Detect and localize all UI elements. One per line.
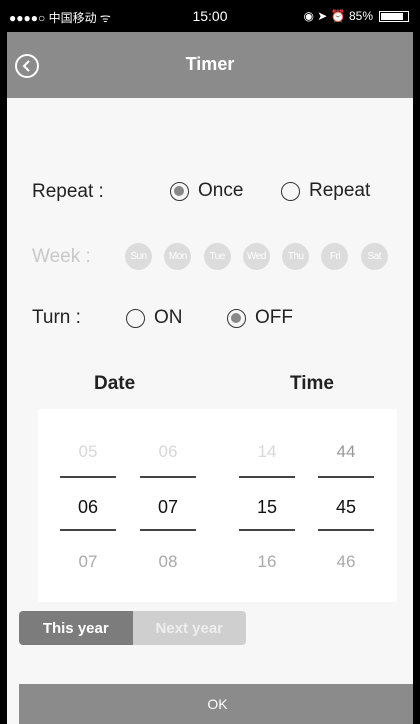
weekday-thu[interactable]: Thu bbox=[282, 243, 310, 270]
radio-on[interactable]: ON bbox=[126, 307, 183, 329]
hour-prev: 14 bbox=[257, 442, 277, 461]
ok-button[interactable]: OK bbox=[19, 684, 413, 724]
minute-selected: 45 bbox=[335, 497, 357, 517]
week-label: Week : bbox=[32, 246, 91, 267]
status-bar: ●●●●○ 中国移动 ᯤ 15:00 ◉ ➤ ⏰ 85% bbox=[7, 0, 413, 32]
date-time-picker: 05 06 07 06 07 08 14 15 16 44 45 46 bbox=[38, 409, 397, 602]
wheel-divider bbox=[60, 529, 116, 531]
repeat-label: Repeat : bbox=[32, 181, 104, 202]
radio-unchecked-icon bbox=[281, 181, 300, 201]
next-year-button[interactable]: Next year bbox=[132, 611, 246, 645]
weekday-sat[interactable]: Sat bbox=[360, 243, 388, 270]
wheel-divider bbox=[60, 476, 116, 478]
date-heading: Date bbox=[94, 373, 136, 394]
day-prev: 06 bbox=[158, 442, 178, 461]
this-year-button[interactable]: This year bbox=[19, 611, 133, 645]
day-selected: 07 bbox=[157, 497, 179, 517]
month-selected: 06 bbox=[77, 497, 99, 517]
weekday-wed[interactable]: Wed bbox=[242, 243, 270, 270]
radio-repeat-label: Repeat bbox=[309, 180, 371, 201]
battery-icon bbox=[379, 11, 409, 22]
wheel-divider bbox=[239, 476, 295, 478]
radio-on-label: ON bbox=[154, 307, 183, 328]
radio-checked-icon bbox=[227, 308, 246, 328]
radio-once-label: Once bbox=[198, 180, 244, 201]
wheel-divider bbox=[239, 529, 295, 531]
time-heading: Time bbox=[290, 373, 335, 394]
radio-off[interactable]: OFF bbox=[227, 307, 293, 329]
radio-unchecked-icon bbox=[126, 308, 145, 328]
weekday-fri[interactable]: Fri bbox=[321, 243, 349, 270]
year-toggle: This year Next year bbox=[19, 611, 246, 645]
day-wheel[interactable]: 06 07 08 bbox=[136, 409, 200, 602]
weekday-tue[interactable]: Tue bbox=[203, 243, 231, 270]
weekday-mon[interactable]: Mon bbox=[164, 243, 192, 270]
wheel-divider bbox=[140, 529, 196, 531]
wheel-divider bbox=[318, 476, 374, 478]
radio-repeat[interactable]: Repeat bbox=[281, 180, 370, 202]
app-screen: ●●●●○ 中国移动 ᯤ 15:00 ◉ ➤ ⏰ 85% Timer Repea… bbox=[7, 0, 413, 724]
radio-once[interactable]: Once bbox=[170, 180, 243, 202]
wheel-divider bbox=[318, 529, 374, 531]
weekday-selector: Sun Mon Tue Wed Thu Fri Sat bbox=[125, 243, 400, 270]
day-next: 08 bbox=[158, 552, 178, 571]
radio-checked-icon bbox=[170, 181, 189, 201]
page-title: Timer bbox=[185, 54, 235, 74]
minute-wheel[interactable]: 44 45 46 bbox=[314, 409, 378, 602]
weekday-sun[interactable]: Sun bbox=[125, 243, 152, 270]
turn-label: Turn : bbox=[32, 307, 81, 328]
minute-next: 46 bbox=[336, 552, 356, 571]
month-prev: 05 bbox=[78, 442, 98, 461]
month-wheel[interactable]: 05 06 07 bbox=[56, 409, 120, 602]
minute-prev: 44 bbox=[336, 442, 356, 461]
hour-next: 16 bbox=[257, 552, 277, 571]
wheel-divider bbox=[140, 476, 196, 478]
radio-off-label: OFF bbox=[255, 307, 293, 328]
app-header: Timer bbox=[7, 32, 413, 98]
month-next: 07 bbox=[78, 552, 98, 571]
hour-selected: 15 bbox=[256, 497, 278, 517]
status-icons: ◉ ➤ ⏰ 85% bbox=[303, 9, 374, 23]
hour-wheel[interactable]: 14 15 16 bbox=[235, 409, 299, 602]
